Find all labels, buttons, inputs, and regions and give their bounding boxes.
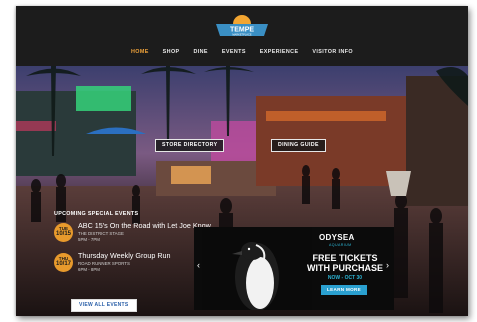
odysea-logo-sub: AQUARIUM [329,243,352,247]
event-date: 10/15 [55,231,71,237]
logo-line1: TEMPE [230,27,254,34]
promo-banner[interactable]: ‹ › ODYSEA AQUARIUM FREE TICKETS WITH PU… [194,227,394,310]
store-directory-button[interactable]: STORE DIRECTORY [155,139,225,152]
nav-experience[interactable]: EXPERIENCE [260,49,299,55]
promo-dates: NOW - OCT 30 [327,275,363,281]
promo-headline-2: WITH PURCHASE [307,262,383,273]
event-date: 10/17 [55,261,71,267]
view-all-events-button[interactable]: VIEW ALL EVENTS [71,299,137,312]
nav-visitor-info[interactable]: VISITOR INFO [312,49,353,55]
event-date-badge: TUE 10/15 [54,223,73,242]
learn-more-button[interactable]: LEARN MORE [321,285,367,295]
event-date-badge: THU 10/17 [54,253,73,272]
odysea-logo: ODYSEA [319,233,355,242]
tempe-marketplace-logo[interactable]: TEMPE MARKETPLACE [212,12,272,40]
site-header: TEMPE MARKETPLACE HOME SHOP DINE EVENTS … [16,6,468,66]
event-item[interactable]: TUE 10/15 ABC 15's On the Road with Let … [54,222,214,247]
nav-dine[interactable]: DINE [193,49,207,55]
upcoming-events: UPCOMING SPECIAL EVENTS TUE 10/15 ABC 15… [54,211,214,282]
dining-guide-button[interactable]: DINING GUIDE [271,139,326,152]
event-item[interactable]: THU 10/17 Thursday Weekly Group Run ROAD… [54,252,214,277]
nav-events[interactable]: EVENTS [222,49,246,55]
events-heading: UPCOMING SPECIAL EVENTS [54,211,139,217]
nav-shop[interactable]: SHOP [163,49,180,55]
nav-home[interactable]: HOME [131,49,149,55]
logo-line2: MARKETPLACE [232,33,252,37]
promo-prev-arrow[interactable]: ‹ [197,260,200,270]
main-nav: HOME SHOP DINE EVENTS EXPERIENCE VISITOR… [16,49,468,61]
browser-frame: TEMPE MARKETPLACE HOME SHOP DINE EVENTS … [16,6,468,316]
promo-next-arrow[interactable]: › [386,260,389,270]
hero-banner: STORE DIRECTORY DINING GUIDE UPCOMING SP… [16,66,468,316]
promo-headline: FREE TICKETS WITH PURCHASE [306,253,384,273]
penguin-image [202,227,312,310]
